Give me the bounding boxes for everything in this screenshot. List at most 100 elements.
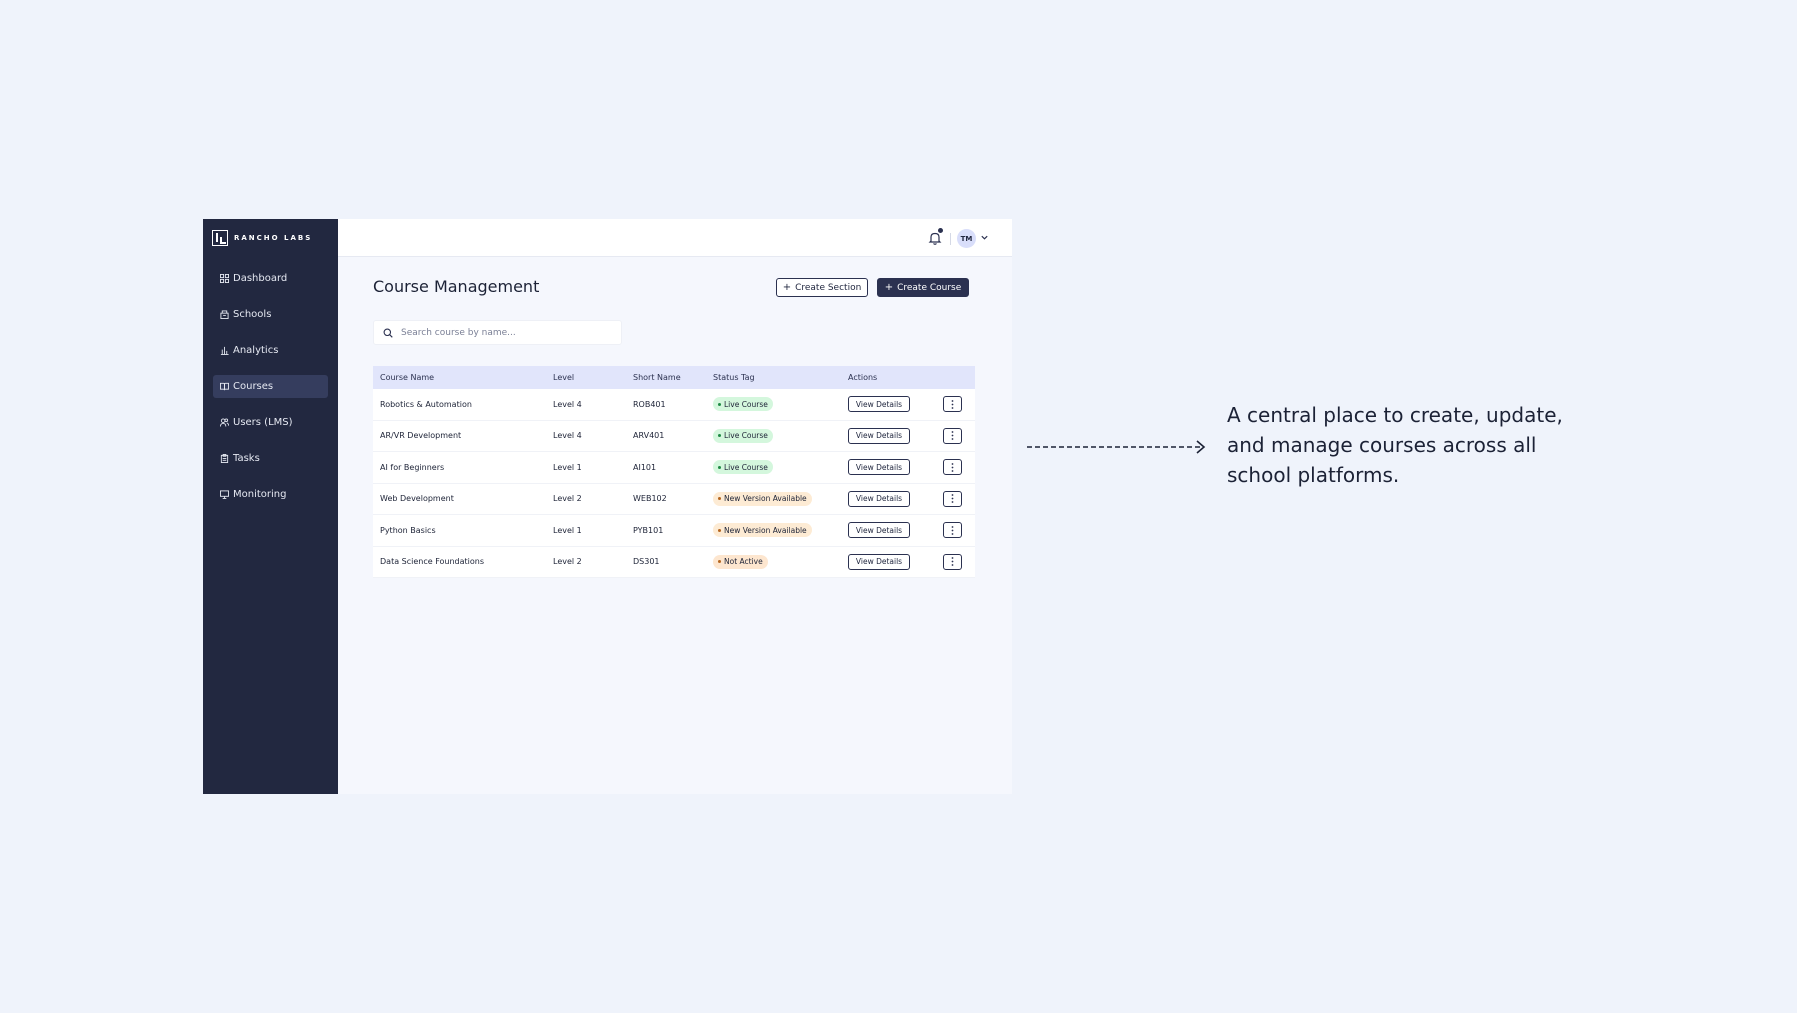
column-header[interactable]: Short Name [633, 373, 713, 382]
kebab-icon [951, 557, 954, 567]
main-content: TM Course Management + Create Section + … [338, 219, 1012, 794]
analytics-icon [220, 346, 229, 355]
sidebar-item-dashboard[interactable]: Dashboard [213, 267, 328, 290]
actions-cell: View Details [848, 522, 943, 539]
status-dot [718, 560, 721, 564]
course-short-name: DS301 [633, 557, 660, 567]
column-header: Actions [848, 373, 878, 382]
course-short-name: AI101 [633, 462, 657, 472]
column-header[interactable]: Course Name [373, 373, 553, 382]
actions-cell: View Details [848, 553, 943, 570]
course-level: Level 4 [553, 399, 582, 409]
courses-table: Course Name Level Short Name Status Tag … [373, 366, 975, 578]
column-header[interactable]: Status Tag [713, 373, 848, 382]
sidebar-item-label: Users (LMS) [233, 417, 293, 428]
view-details-button[interactable]: View Details [848, 490, 910, 507]
course-name: AR/VR Development [380, 431, 462, 441]
sidebar-item-analytics[interactable]: Analytics [213, 339, 328, 362]
more-cell [943, 459, 975, 476]
status-label: Live Course [724, 399, 768, 409]
search-input[interactable] [401, 327, 611, 338]
status-cell: New Version Available [713, 523, 848, 538]
table-row: AR/VR Development Level 4 ARV401 Live Co… [373, 421, 975, 452]
avatar[interactable]: TM [957, 229, 976, 248]
status-dot [718, 465, 721, 469]
status-cell: Live Course [713, 460, 848, 475]
create-section-button[interactable]: + Create Section [776, 278, 868, 297]
sidebar-item-tasks[interactable]: Tasks [213, 447, 328, 470]
course-name: Web Development [380, 494, 454, 504]
status-badge: New Version Available [713, 491, 812, 506]
more-cell [943, 427, 975, 444]
status-label: Not Active [724, 557, 763, 567]
course-short-name: ARV401 [633, 431, 665, 441]
view-details-button[interactable]: View Details [848, 459, 910, 476]
course-short-name: WEB102 [633, 494, 667, 504]
view-details-button[interactable]: View Details [848, 396, 910, 413]
annotation-text: A central place to create, update, and m… [1227, 403, 1563, 487]
view-details-button[interactable]: View Details [848, 427, 910, 444]
more-options-button[interactable] [943, 459, 962, 476]
sidebar-item-monitoring[interactable]: Monitoring [213, 483, 328, 506]
status-badge: New Version Available [713, 523, 812, 538]
status-badge: Live Course [713, 397, 773, 412]
search-icon [383, 328, 393, 338]
chevron-down-icon[interactable] [980, 233, 989, 242]
create-course-label: Create Course [897, 282, 962, 293]
create-course-button[interactable]: + Create Course [877, 278, 969, 297]
sidebar-item-users[interactable]: Users (LMS) [213, 411, 328, 434]
course-level: Level 2 [553, 557, 582, 567]
course-short-name: ROB401 [633, 399, 666, 409]
logo-icon [212, 230, 228, 246]
actions-cell: View Details [848, 427, 943, 444]
status-dot [718, 434, 721, 438]
kebab-icon [951, 431, 954, 441]
more-options-button[interactable] [943, 396, 962, 413]
sidebar: RANCHO LABS Dashboard Schools Analytics [203, 219, 338, 794]
table-row: Python Basics Level 1 PYB101 New Version… [373, 515, 975, 547]
view-details-button[interactable]: View Details [848, 553, 910, 570]
status-dot [718, 402, 721, 406]
table-header: Course Name Level Short Name Status Tag … [373, 366, 975, 389]
column-header[interactable]: Level [553, 373, 633, 382]
school-icon [220, 310, 229, 319]
actions-cell: View Details [848, 459, 943, 476]
page-title: Course Management [373, 277, 540, 296]
table-row: Robotics & Automation Level 4 ROB401 Liv… [373, 389, 975, 421]
more-options-button[interactable] [943, 490, 962, 507]
kebab-icon [951, 399, 954, 409]
users-icon [220, 418, 229, 427]
plus-icon: + [782, 282, 792, 293]
course-level: Level 4 [553, 431, 582, 441]
plus-icon: + [884, 282, 894, 293]
sidebar-nav: Dashboard Schools Analytics Courses User… [203, 267, 338, 506]
kebab-icon [951, 494, 954, 504]
sidebar-item-schools[interactable]: Schools [213, 303, 328, 326]
more-options-button[interactable] [943, 427, 962, 444]
course-name: Data Science Foundations [380, 557, 485, 567]
sidebar-item-courses[interactable]: Courses [213, 375, 328, 398]
course-level: Level 1 [553, 525, 582, 535]
course-level: Level 2 [553, 494, 582, 504]
app-window: RANCHO LABS Dashboard Schools Analytics [203, 219, 1012, 794]
view-details-button[interactable]: View Details [848, 522, 910, 539]
sidebar-item-label: Monitoring [233, 489, 287, 500]
kebab-icon [951, 462, 954, 472]
topbar-divider [950, 233, 951, 245]
table-row: Web Development Level 2 WEB102 New Versi… [373, 484, 975, 515]
brand-logo[interactable]: RANCHO LABS [212, 229, 338, 247]
course-name: Python Basics [380, 525, 436, 535]
search-box [373, 320, 622, 345]
sidebar-item-label: Tasks [233, 453, 260, 464]
status-cell: Live Course [713, 397, 848, 412]
dashed-arrow-icon [1027, 440, 1206, 454]
dashboard-icon [220, 274, 229, 283]
status-dot [718, 528, 721, 532]
more-options-button[interactable] [943, 553, 962, 570]
sidebar-item-label: Courses [233, 381, 274, 392]
course-level: Level 1 [553, 462, 582, 472]
actions-cell: View Details [848, 490, 943, 507]
annotation: A central place to create, update, and m… [1027, 400, 1587, 487]
more-options-button[interactable] [943, 522, 962, 539]
more-cell [943, 553, 975, 570]
